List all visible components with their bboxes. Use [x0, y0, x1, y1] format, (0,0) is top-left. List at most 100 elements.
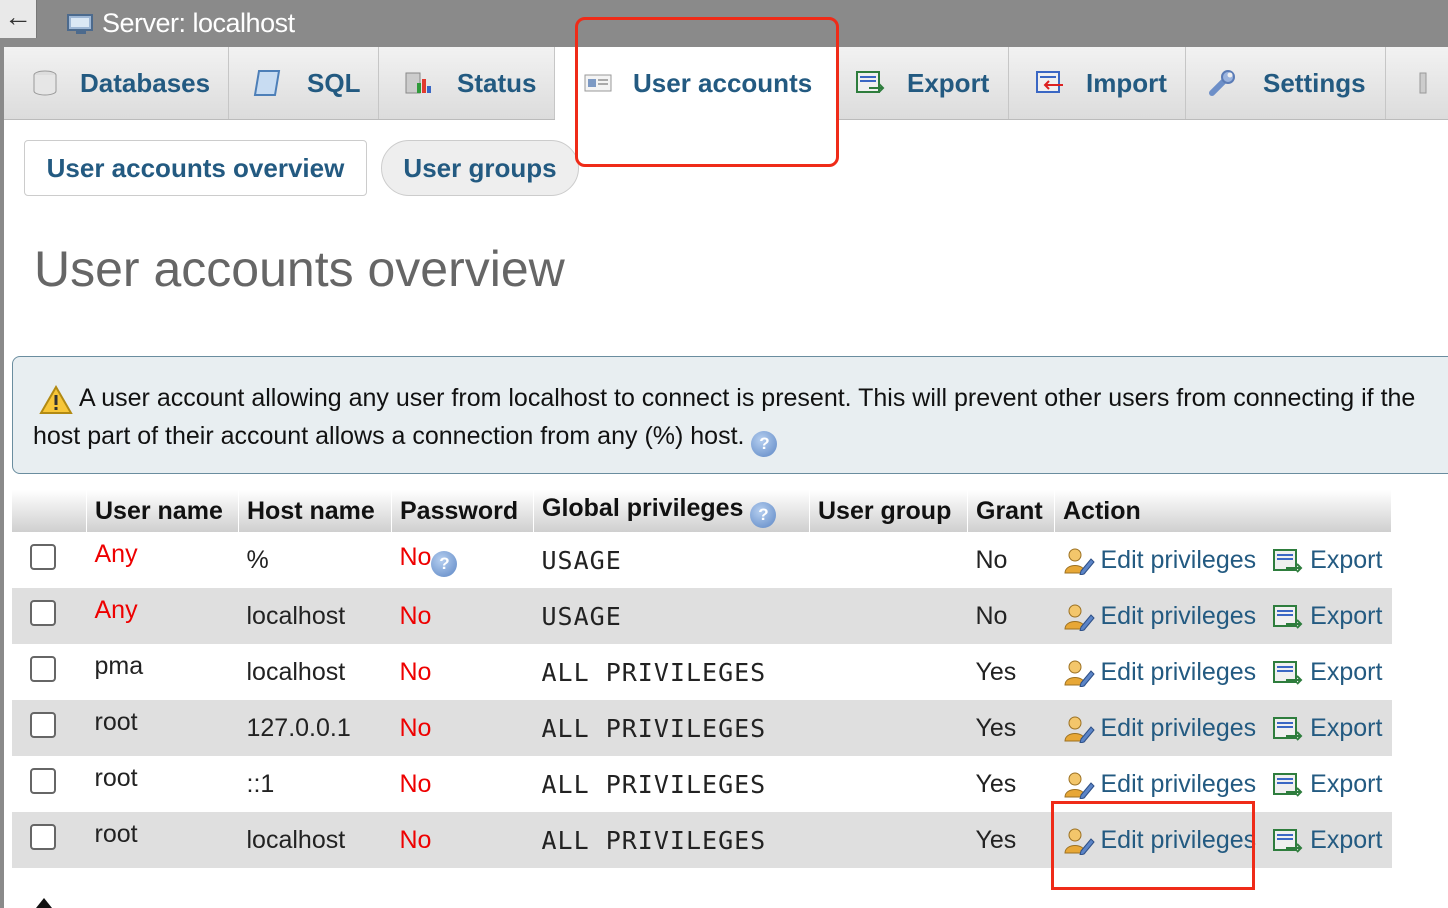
tab-more[interactable]: [1386, 47, 1448, 119]
export-link[interactable]: Export: [1272, 714, 1382, 742]
action-cell: Edit privileges Export: [1054, 644, 1392, 700]
row-checkbox[interactable]: [30, 543, 56, 570]
column-header-user-group[interactable]: User group: [809, 490, 968, 532]
export-label: Export: [1310, 713, 1383, 742]
grant-cell: Yes: [967, 812, 1055, 868]
row-checkbox[interactable]: [30, 655, 56, 682]
column-header-grant[interactable]: Grant: [967, 490, 1055, 532]
password-value: No: [399, 769, 432, 798]
help-icon[interactable]: ?: [750, 502, 777, 528]
import-icon: [1036, 71, 1063, 93]
edit-privileges-link[interactable]: Edit privileges: [1063, 657, 1257, 687]
row-select-cell: [12, 588, 87, 644]
export-link[interactable]: Export: [1272, 658, 1382, 686]
help-icon[interactable]: ?: [431, 551, 458, 577]
column-header-action: Action: [1054, 490, 1392, 532]
row-select-cell: [12, 756, 87, 812]
username-cell: pma: [86, 644, 239, 700]
export-link[interactable]: Export: [1272, 826, 1382, 854]
grant-cell: Yes: [967, 700, 1055, 756]
edit-privileges-link[interactable]: Edit privileges: [1063, 714, 1256, 743]
global-privileges-cell: ALL PRIVILEGES: [533, 644, 810, 700]
column-header-username[interactable]: User name: [86, 490, 239, 532]
edit-privileges-link[interactable]: Edit privileges: [1063, 769, 1257, 799]
action-cell: Edit privileges Export: [1054, 532, 1392, 588]
column-header-global-privileges[interactable]: Global privileges ?: [533, 490, 810, 532]
edit-privileges-label: Edit privileges: [1100, 601, 1257, 630]
row-select-cell: [12, 644, 87, 700]
global-privileges-label: Global privileges: [542, 494, 744, 522]
password-value: No: [399, 601, 432, 630]
subtab-user-accounts-overview[interactable]: User accounts overview: [24, 140, 367, 196]
username-cell: root: [86, 756, 239, 812]
export-label: Export: [1310, 545, 1383, 574]
hostname-cell: localhost: [238, 588, 392, 644]
export-icon: [1273, 772, 1303, 797]
tab-status[interactable]: Status: [379, 47, 555, 119]
user-group-cell: [809, 700, 968, 756]
warning-text-block: A user account allowing any user from lo…: [33, 379, 1448, 457]
wrench-icon: [1209, 70, 1235, 96]
tab-sql[interactable]: SQL: [229, 47, 379, 119]
row-checkbox[interactable]: [30, 823, 56, 850]
warning-notice: A user account allowing any user from lo…: [12, 356, 1448, 474]
row-checkbox[interactable]: [30, 711, 56, 738]
export-link[interactable]: Export: [1272, 602, 1382, 630]
grant-cell: Yes: [967, 644, 1055, 700]
username: root: [94, 707, 138, 736]
edit-privileges-link[interactable]: Edit privileges: [1063, 546, 1256, 575]
back-arrow-icon[interactable]: ←: [0, 0, 37, 38]
user-group-cell: [809, 756, 968, 812]
edit-privileges-label: Edit privileges: [1100, 657, 1257, 686]
username: Any: [94, 539, 138, 568]
more-tab-icon: [1419, 72, 1427, 94]
user-group-cell: [809, 812, 968, 868]
password-value: No: [399, 713, 432, 742]
row-select-cell: [12, 532, 87, 588]
table-row: root 127.0.0.1 No ALL PRIVILEGES Yes Edit pri…: [12, 700, 1392, 756]
password-cell: No: [391, 644, 534, 700]
tab-databases[interactable]: Databases: [4, 47, 229, 119]
subtab-user-groups[interactable]: User groups: [381, 140, 579, 196]
export-link[interactable]: Export: [1272, 770, 1382, 798]
hostname-cell: localhost: [238, 812, 392, 868]
tab-export[interactable]: Export: [837, 47, 1009, 119]
password-value: No: [399, 543, 432, 571]
help-icon[interactable]: ?: [751, 431, 778, 457]
edit-privileges-icon: [1063, 772, 1095, 799]
password-cell: No: [391, 700, 534, 756]
tab-settings[interactable]: Settings: [1186, 47, 1386, 119]
server-title[interactable]: Server: localhost: [102, 8, 295, 39]
export-link[interactable]: Export: [1272, 546, 1382, 574]
hostname-cell: localhost: [238, 644, 392, 700]
export-label: Export: [1310, 601, 1383, 630]
edit-privileges-icon: [1063, 548, 1095, 575]
username-cell: Any: [86, 532, 239, 588]
left-border: [0, 47, 4, 908]
tab-import[interactable]: Import: [1009, 47, 1186, 119]
edit-privileges-icon: [1063, 660, 1095, 687]
row-checkbox[interactable]: [30, 599, 56, 626]
password-cell: No: [391, 812, 534, 868]
grant-cell: No: [967, 588, 1055, 644]
password-cell: No?: [391, 532, 534, 588]
global-privileges-cell: ALL PRIVILEGES: [533, 756, 810, 812]
export-icon: [1273, 548, 1303, 573]
export-label: Export: [1310, 825, 1383, 854]
export-label: Export: [1310, 769, 1383, 798]
table-row: Any localhost No USAGE No Edit privileges Expo…: [12, 588, 1392, 644]
edit-privileges-link[interactable]: Edit privileges: [1063, 601, 1257, 631]
column-header-password[interactable]: Password: [391, 490, 534, 532]
row-checkbox[interactable]: [30, 767, 56, 794]
sql-icon: [253, 70, 281, 96]
status-chart-icon: [405, 72, 431, 94]
edit-privileges-label: Edit privileges: [1100, 769, 1257, 798]
export-label: Export: [1310, 657, 1383, 686]
table-row: Any% No? USAGE No Edit privileges Export: [12, 532, 1392, 588]
global-privileges-cell: USAGE: [533, 588, 810, 644]
column-header-hostname[interactable]: Host name: [238, 490, 392, 532]
password-value: No: [399, 825, 432, 854]
user-group-cell: [809, 588, 968, 644]
grant-cell: Yes: [967, 756, 1055, 812]
hostname-cell: %: [238, 532, 392, 588]
